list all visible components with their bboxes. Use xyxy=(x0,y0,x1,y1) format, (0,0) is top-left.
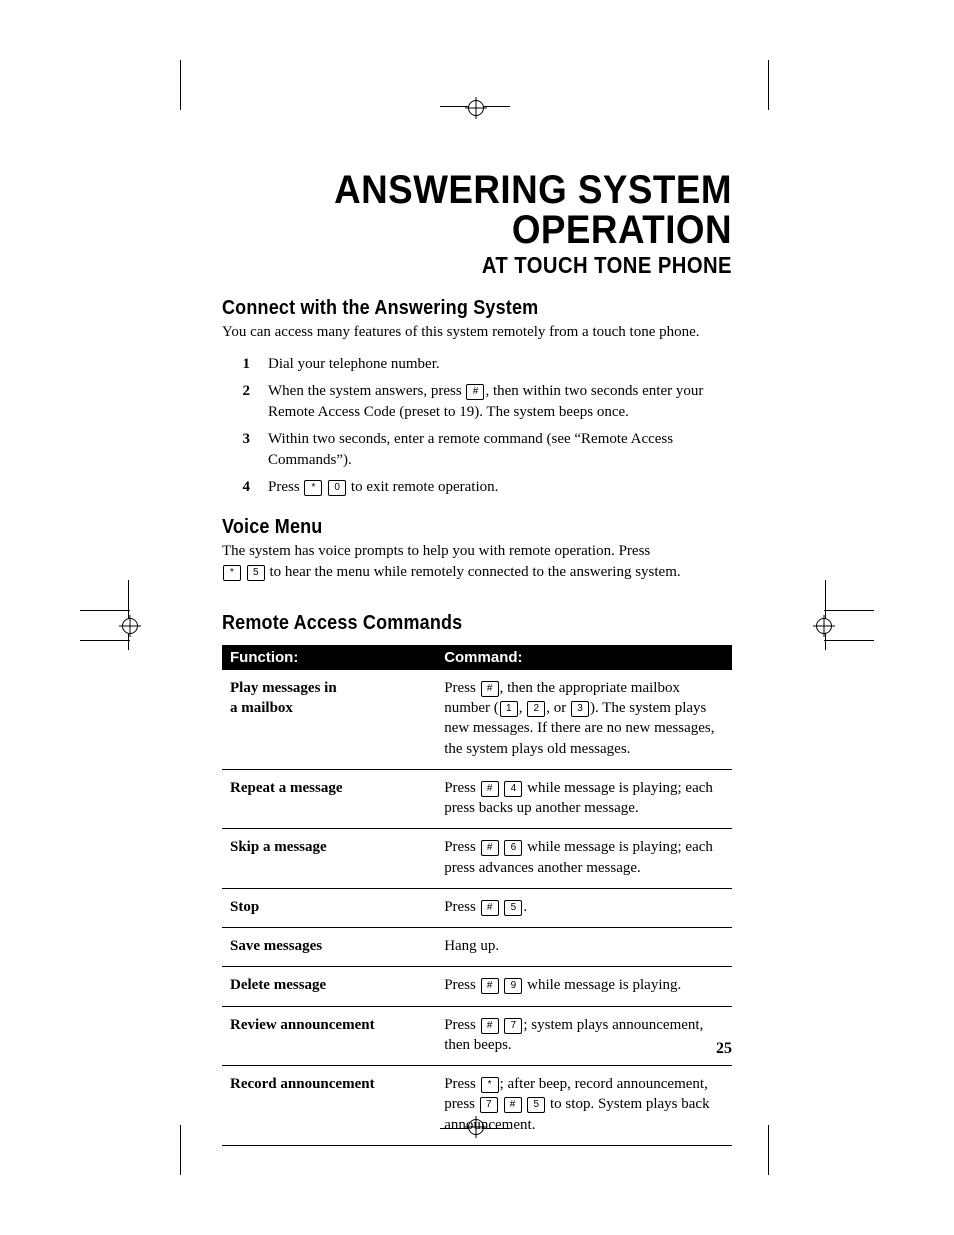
table-row: Record announcementPress *; after beep, … xyxy=(222,1066,732,1146)
section-heading-connect: Connect with the Answering System xyxy=(222,297,681,320)
table-row: Skip a messagePress # 6 while message is… xyxy=(222,829,732,889)
key-icon: 9 xyxy=(504,978,522,994)
key-icon: * xyxy=(304,480,322,496)
step-text: When the system answers, press #, then w… xyxy=(268,381,732,423)
key-icon: # xyxy=(481,978,499,994)
key-icon: * xyxy=(223,565,241,581)
section-heading-commands: Remote Access Commands xyxy=(222,612,681,635)
commands-table: Function: Command: Play messages ina mai… xyxy=(222,645,732,1146)
cell-function: Skip a message xyxy=(222,829,436,889)
page-subtitle: AT TOUCH TONE PHONE xyxy=(283,252,732,279)
table-row: Delete messagePress # 9 while message is… xyxy=(222,967,732,1006)
manual-page: ANSWERING SYSTEM OPERATION AT TOUCH TONE… xyxy=(0,0,954,1235)
cell-function: Record announcement xyxy=(222,1066,436,1146)
crop-mark xyxy=(768,1125,769,1175)
registration-mark-icon xyxy=(816,618,832,634)
key-icon: 7 xyxy=(480,1097,498,1113)
step-3: 3 Within two seconds, enter a remote com… xyxy=(222,429,732,471)
page-title: ANSWERING SYSTEM OPERATION xyxy=(263,170,732,250)
step-4: 4 Press * 0 to exit remote operation. xyxy=(222,477,732,498)
key-icon: 6 xyxy=(504,840,522,856)
step-text: Dial your telephone number. xyxy=(268,354,732,375)
step-number: 3 xyxy=(222,429,250,471)
key-icon: 7 xyxy=(504,1018,522,1034)
crop-mark xyxy=(825,580,826,650)
step-1: 1 Dial your telephone number. xyxy=(222,354,732,375)
voice-menu-text: The system has voice prompts to help you… xyxy=(222,541,732,582)
key-icon: # xyxy=(481,1018,499,1034)
key-icon: 4 xyxy=(504,781,522,797)
cell-function: Repeat a message xyxy=(222,769,436,829)
key-icon: 5 xyxy=(527,1097,545,1113)
step-text: Press * 0 to exit remote operation. xyxy=(268,477,732,498)
key-icon: 1 xyxy=(500,701,518,717)
crop-mark xyxy=(180,60,181,110)
key-icon: # xyxy=(504,1097,522,1113)
table-row: Review announcementPress # 7; system pla… xyxy=(222,1006,732,1066)
key-icon: # xyxy=(481,781,499,797)
th-function: Function: xyxy=(222,645,436,670)
table-row: Repeat a messagePress # 4 while message … xyxy=(222,769,732,829)
cell-command: Press #, then the appropriate mailbox nu… xyxy=(436,670,732,770)
cell-function: Save messages xyxy=(222,928,436,967)
key-icon: 3 xyxy=(571,701,589,717)
cell-command: Press # 6 while message is playing; each… xyxy=(436,829,732,889)
page-number: 25 xyxy=(716,1040,732,1058)
page-content: ANSWERING SYSTEM OPERATION AT TOUCH TONE… xyxy=(222,170,732,1146)
crop-mark xyxy=(824,640,874,641)
connect-steps: 1 Dial your telephone number. 2 When the… xyxy=(222,354,732,498)
cell-command: Press # 5. xyxy=(436,888,732,927)
cell-function: Stop xyxy=(222,888,436,927)
cell-command: Hang up. xyxy=(436,928,732,967)
key-icon: 5 xyxy=(504,900,522,916)
cell-command: Press # 9 while message is playing. xyxy=(436,967,732,1006)
table-row: Play messages ina mailboxPress #, then t… xyxy=(222,670,732,770)
cell-function: Review announcement xyxy=(222,1006,436,1066)
table-row: StopPress # 5. xyxy=(222,888,732,927)
crop-mark xyxy=(180,1125,181,1175)
crop-mark xyxy=(824,610,874,611)
key-icon: 5 xyxy=(247,565,265,581)
cell-command: Press # 4 while message is playing; each… xyxy=(436,769,732,829)
key-icon: 0 xyxy=(328,480,346,496)
key-icon: # xyxy=(466,384,484,400)
registration-mark-icon xyxy=(122,618,138,634)
crop-mark xyxy=(80,640,130,641)
cell-command: Press *; after beep, record announcement… xyxy=(436,1066,732,1146)
table-header-row: Function: Command: xyxy=(222,645,732,670)
registration-mark-icon xyxy=(468,100,484,116)
crop-mark xyxy=(768,60,769,110)
cell-command: Press # 7; system plays announcement, th… xyxy=(436,1006,732,1066)
step-number: 4 xyxy=(222,477,250,498)
key-icon: # xyxy=(481,900,499,916)
section-heading-voice: Voice Menu xyxy=(222,516,681,539)
crop-mark xyxy=(80,610,130,611)
cell-function: Play messages ina mailbox xyxy=(222,670,436,770)
table-row: Save messagesHang up. xyxy=(222,928,732,967)
key-icon: * xyxy=(481,1077,499,1093)
step-2: 2 When the system answers, press #, then… xyxy=(222,381,732,423)
connect-intro: You can access many features of this sys… xyxy=(222,322,732,342)
key-icon: # xyxy=(481,840,499,856)
step-number: 1 xyxy=(222,354,250,375)
step-text: Within two seconds, enter a remote comma… xyxy=(268,429,732,471)
cell-function: Delete message xyxy=(222,967,436,1006)
key-icon: 2 xyxy=(527,701,545,717)
th-command: Command: xyxy=(436,645,732,670)
step-number: 2 xyxy=(222,381,250,423)
key-icon: # xyxy=(481,681,499,697)
